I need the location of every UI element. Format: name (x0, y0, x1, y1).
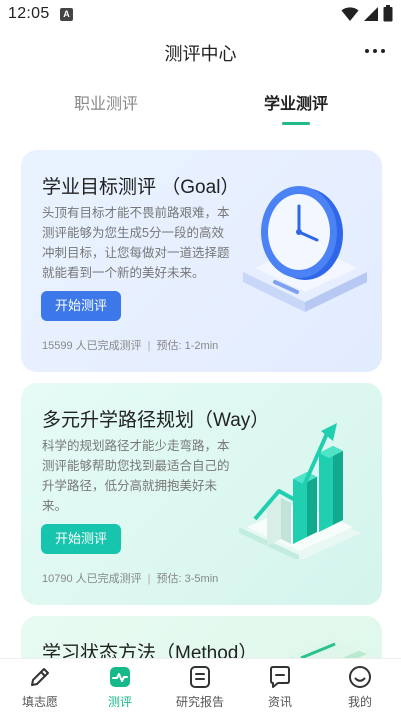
estimated-time: 预估: 3-5min (156, 573, 219, 585)
news-icon (270, 666, 290, 688)
nav-item-fill-application[interactable]: 填志愿 (0, 659, 80, 714)
battery-icon (383, 5, 393, 22)
nav-label: 填志愿 (21, 695, 58, 709)
growth-chart-icon (239, 423, 361, 559)
nav-item-news[interactable]: 资讯 (240, 659, 320, 714)
assessment-tabs: 职业测评 学业测评 (0, 82, 401, 128)
status-bar: 12:05 A (0, 0, 401, 30)
card-description: 头顶有目标才能不畏前路艰难，本测评能够为您生成5分一段的高效冲刺目标，让您每做对… (42, 206, 230, 280)
card-title: 学业目标测评 （Goal） (42, 177, 240, 198)
report-icon (190, 666, 210, 688)
tab-indicator (282, 122, 310, 125)
card-description: 科学的规划路径才能少走弯路，本测评能够帮助您找到最适合自己的升学路径，低分高就拥… (42, 439, 230, 513)
nav-label: 资讯 (267, 695, 292, 709)
pen-icon (31, 668, 49, 686)
more-icon[interactable] (365, 43, 385, 59)
assessment-icon (110, 667, 130, 687)
smile-icon (349, 666, 371, 688)
assessment-card-way[interactable]: 多元升学路径规划（Way） 科学的规划路径才能少走弯路，本测评能够帮助您找到最适… (21, 383, 382, 605)
start-assessment-button[interactable]: 开始测评 (41, 291, 121, 321)
status-icons (341, 5, 393, 22)
completed-count: 10790 人已完成测评 (42, 573, 142, 585)
estimated-time: 预估: 1-2min (156, 340, 219, 352)
nav-label: 我的 (347, 695, 372, 709)
tab-study-assessment[interactable]: 学业测评 (264, 90, 328, 114)
card-meta: 15599 人已完成测评 | 预估: 1-2min (42, 340, 219, 352)
card-meta: 10790 人已完成测评 | 预估: 3-5min (42, 573, 219, 585)
screen: 12:05 A 测评中心 职业测评 学业测评 学业目标测评 （Goal） 头顶有… (0, 0, 401, 714)
bottom-nav: 填志愿 测评 研究报告 资讯 我的 (0, 658, 401, 714)
status-time: 12:05 (8, 5, 50, 22)
nav-item-mine[interactable]: 我的 (320, 659, 400, 714)
nav-item-assessment[interactable]: 测评 (80, 659, 160, 714)
page-title: 测评中心 (164, 44, 237, 64)
tab-career-assessment[interactable]: 职业测评 (74, 90, 138, 114)
header: 测评中心 (0, 30, 401, 72)
clock-icon (243, 186, 367, 312)
assessment-card-goal[interactable]: 学业目标测评 （Goal） 头顶有目标才能不畏前路艰难，本测评能够为您生成5分一… (21, 150, 382, 372)
signal-icon (364, 6, 378, 21)
nav-label: 测评 (107, 695, 132, 709)
notification-badge: A (60, 8, 73, 21)
nav-label: 研究报告 (175, 695, 224, 709)
completed-count: 15599 人已完成测评 (42, 340, 142, 352)
start-assessment-button[interactable]: 开始测评 (41, 524, 121, 554)
nav-item-research-report[interactable]: 研究报告 (160, 659, 240, 714)
wifi-icon (341, 6, 359, 21)
